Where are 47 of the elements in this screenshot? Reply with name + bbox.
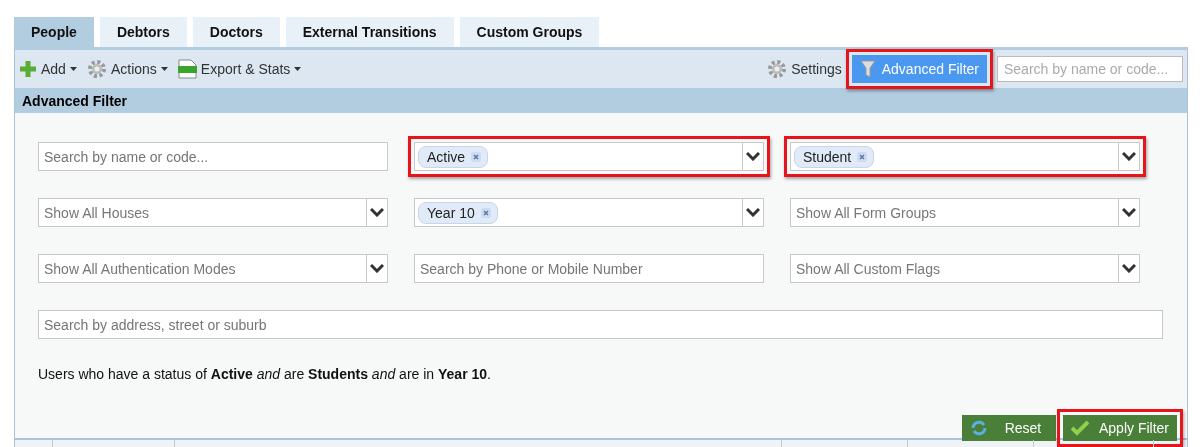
- search-field[interactable]: Search by address, street or suburb: [38, 310, 1163, 339]
- chevron-down-icon: [1122, 152, 1136, 161]
- chevron-down-icon: [746, 208, 760, 217]
- reset-button[interactable]: Reset: [961, 415, 1056, 441]
- search-field[interactable]: Search by Phone or Mobile Number: [414, 254, 764, 283]
- chevron-down-icon: [1122, 264, 1136, 273]
- chevron-down-icon: [1122, 208, 1136, 217]
- gear-icon: [86, 59, 107, 79]
- gear-icon: [767, 59, 788, 79]
- apply-button[interactable]: Apply Filter: [1062, 415, 1177, 441]
- remove-icon[interactable]: [480, 207, 491, 218]
- plus-icon: [19, 60, 37, 78]
- chevron-down-icon: [746, 152, 760, 161]
- panel-header: Advanced Filter: [15, 88, 1187, 113]
- tab[interactable]: Custom Groups: [459, 17, 600, 47]
- filter-summary: Users who have a status of Active and are Students and are in Year 10.: [38, 366, 492, 382]
- tab[interactable]: Doctors: [192, 17, 280, 47]
- tag-select-field[interactable]: Student: [790, 142, 1140, 171]
- menu-button[interactable]: Actions: [86, 59, 168, 79]
- search-field[interactable]: Search by name or code...: [38, 142, 388, 171]
- checkmark-icon: [1070, 420, 1089, 436]
- dropdown-field[interactable]: Show All Custom Flags: [790, 254, 1140, 283]
- tab[interactable]: Debtors: [99, 17, 187, 47]
- search-field[interactable]: Search by name or code...: [997, 56, 1183, 82]
- refresh-icon: [969, 419, 988, 437]
- tag-select-field[interactable]: Active: [414, 142, 764, 171]
- menu-button[interactable]: Export & Stats: [177, 59, 302, 79]
- caret-icon: [294, 67, 302, 71]
- tab[interactable]: People: [14, 17, 94, 47]
- funnel-icon: [859, 60, 876, 78]
- tag-chip: Year 10: [418, 201, 498, 224]
- chevron-down-icon: [370, 208, 384, 217]
- settings-button[interactable]: Settings: [767, 59, 842, 79]
- dropdown-field[interactable]: Show All Authentication Modes: [38, 254, 388, 283]
- tag-chip: Active: [418, 145, 489, 168]
- caret-icon: [160, 67, 168, 71]
- dropdown-field[interactable]: Show All Houses: [38, 198, 388, 227]
- tag-select-field[interactable]: Year 10: [414, 198, 764, 227]
- remove-icon[interactable]: [471, 151, 482, 162]
- csv-file-icon: [177, 59, 197, 79]
- chevron-down-icon: [370, 264, 384, 273]
- remove-icon[interactable]: [857, 151, 868, 162]
- caret-icon: [69, 67, 77, 71]
- dropdown-field[interactable]: Show All Form Groups: [790, 198, 1140, 227]
- menu-button[interactable]: Add: [19, 60, 77, 78]
- tag-chip: Student: [794, 145, 875, 168]
- tab[interactable]: External Transitions: [285, 17, 454, 47]
